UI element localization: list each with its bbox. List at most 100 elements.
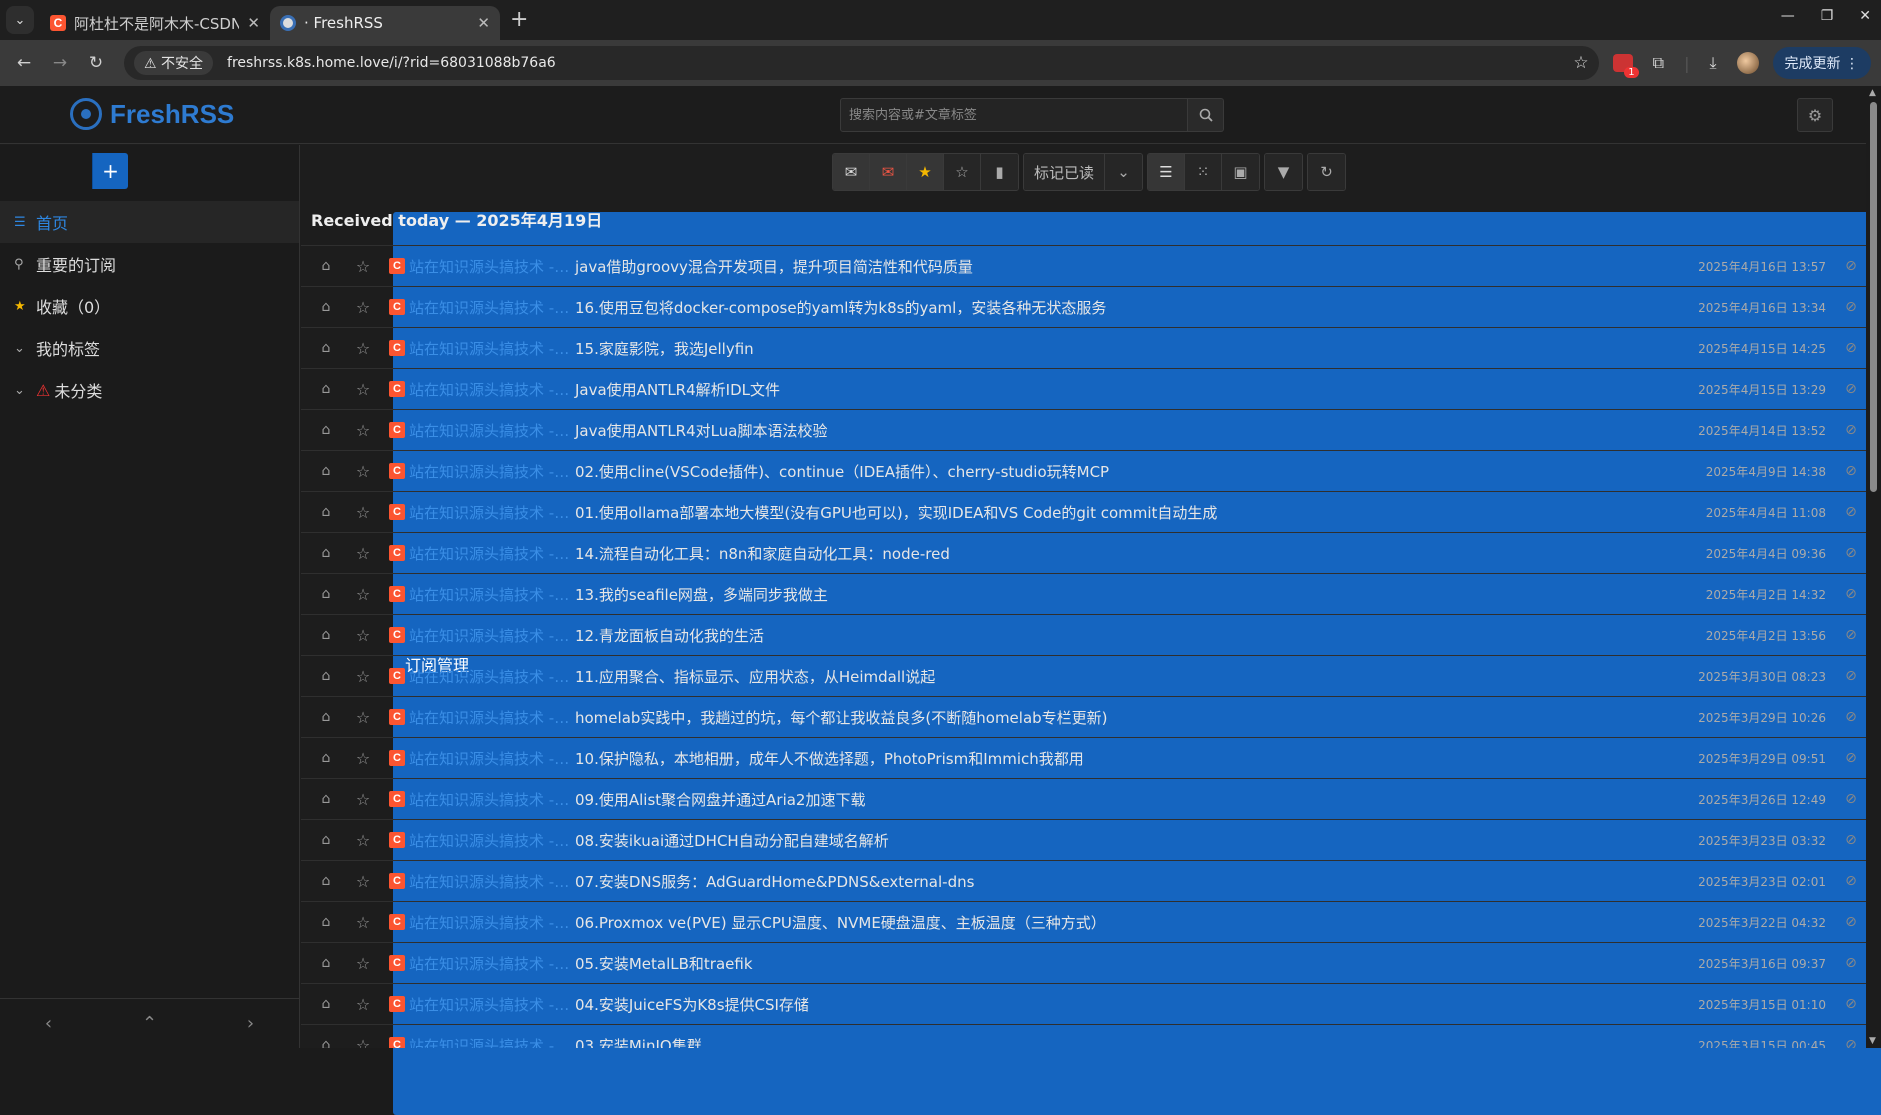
external-link-icon[interactable]: ⊘ bbox=[1836, 873, 1866, 889]
article-feed[interactable]: C 站在知识源头搞技术 - ... bbox=[383, 994, 571, 1015]
logo[interactable]: FreshRSS bbox=[70, 98, 234, 130]
article-row[interactable]: ⌂ ☆ C 站在知识源头搞技术 - ... 03.安装MinIO集群 2025年3月15日… bbox=[301, 1024, 1866, 1048]
add-feed-button[interactable]: + bbox=[92, 153, 128, 189]
unread-filter-button[interactable]: ✉ bbox=[870, 154, 907, 190]
article-feed[interactable]: C 站在知识源头搞技术 - ... bbox=[383, 871, 571, 892]
gear-icon[interactable]: ⚙ bbox=[1797, 98, 1833, 132]
mark-read-button[interactable]: 标记已读 bbox=[1024, 154, 1106, 190]
external-link-icon[interactable]: ⊘ bbox=[1836, 1037, 1866, 1048]
refresh-button[interactable]: ↻ bbox=[1308, 154, 1346, 190]
article-row[interactable]: ⌂ ☆ C 站在知识源头搞技术 - ... 06.Proxmox ve(PVE) 显示C… bbox=[301, 901, 1866, 942]
article-feed[interactable]: C 站在知识源头搞技术 - ... bbox=[383, 338, 571, 359]
article-feed[interactable]: C 站在知识源头搞技术 - ... bbox=[383, 789, 571, 810]
mark-read-icon[interactable]: ⌂ bbox=[301, 996, 343, 1012]
mark-read-icon[interactable]: ⌂ bbox=[301, 586, 343, 602]
chevron-down-icon[interactable]: ⌄ bbox=[14, 341, 36, 356]
star-outline-icon[interactable]: ☆ bbox=[343, 257, 383, 276]
article-title[interactable]: 02.使用cline(VSCode插件)、continue（IDEA插件）、ch… bbox=[571, 461, 1676, 482]
star-outline-icon[interactable]: ☆ bbox=[343, 298, 383, 317]
read-filter-button[interactable]: ✉ bbox=[833, 154, 870, 190]
nonfavorite-filter-button[interactable]: ☆ bbox=[944, 154, 981, 190]
article-row[interactable]: ⌂ ☆ C 站在知识源头搞技术 - ... Java使用ANTLR4解析IDL文件 202… bbox=[301, 368, 1866, 409]
sort-button[interactable]: ▼ bbox=[1265, 154, 1303, 190]
previous-icon[interactable]: ‹ bbox=[45, 1013, 52, 1034]
profile-avatar[interactable] bbox=[1736, 52, 1759, 74]
article-title[interactable]: 07.安装DNS服务：AdGuardHome&PDNS&external-dns bbox=[571, 871, 1676, 892]
mark-read-icon[interactable]: ⌂ bbox=[301, 873, 343, 889]
article-title[interactable]: 04.安装JuiceFS为K8s提供CSI存储 bbox=[571, 994, 1676, 1015]
reader-view-button[interactable]: ▣ bbox=[1222, 154, 1260, 190]
mark-read-icon[interactable]: ⌂ bbox=[301, 832, 343, 848]
article-title[interactable]: 08.安装ikuai通过DHCH自动分配自建域名解析 bbox=[571, 830, 1676, 851]
mark-read-icon[interactable]: ⌂ bbox=[301, 545, 343, 561]
bookmark-filter-button[interactable]: ▮ bbox=[981, 154, 1018, 190]
browser-tab-freshrss[interactable]: · FreshRSS ✕ bbox=[270, 6, 500, 40]
sidebar-item-important[interactable]: ⚲ 重要的订阅 bbox=[0, 243, 299, 285]
star-outline-icon[interactable]: ☆ bbox=[343, 667, 383, 686]
article-title[interactable]: 06.Proxmox ve(PVE) 显示CPU温度、NVME硬盘温度、主板温度… bbox=[571, 912, 1676, 933]
article-row[interactable]: ⌂ ☆ C 站在知识源头搞技术 - ... java借助groovy混合开发项目，提升项… bbox=[301, 245, 1866, 286]
article-title[interactable]: 16.使用豆包将docker-compose的yaml转为k8s的yaml，安装… bbox=[571, 297, 1676, 318]
star-outline-icon[interactable]: ☆ bbox=[343, 585, 383, 604]
article-title[interactable]: 03.安装MinIO集群 bbox=[571, 1035, 1676, 1049]
star-outline-icon[interactable]: ☆ bbox=[343, 913, 383, 932]
article-title[interactable]: 10.保护隐私，本地相册，成年人不做选择题，PhotoPrism和Immich我… bbox=[571, 748, 1676, 769]
article-row[interactable]: ⌂ ☆ C 站在知识源头搞技术 - ... 13.我的seafile网盘，多端同步我做主… bbox=[301, 573, 1866, 614]
external-link-icon[interactable]: ⊘ bbox=[1836, 832, 1866, 848]
article-feed[interactable]: C 站在知识源头搞技术 - ... bbox=[383, 953, 571, 974]
article-feed[interactable]: C 站在知识源头搞技术 - ... bbox=[383, 666, 571, 687]
mark-read-icon[interactable]: ⌂ bbox=[301, 258, 343, 274]
scrollbar-thumb[interactable] bbox=[1870, 102, 1877, 492]
article-title[interactable]: 11.应用聚合、指标显示、应用状态，从Heimdall说起 bbox=[571, 666, 1676, 687]
star-outline-icon[interactable]: ☆ bbox=[343, 872, 383, 891]
security-chip[interactable]: ⚠ 不安全 bbox=[134, 51, 214, 75]
star-outline-icon[interactable]: ☆ bbox=[343, 1036, 383, 1049]
grid-view-button[interactable]: ⁙ bbox=[1185, 154, 1223, 190]
sidebar-item-uncategorized[interactable]: ⌄ ⚠ 未分类 bbox=[0, 369, 299, 411]
star-outline-icon[interactable]: ☆ bbox=[343, 790, 383, 809]
mark-read-icon[interactable]: ⌂ bbox=[301, 504, 343, 520]
scrollbar[interactable]: ▲ ▼ bbox=[1866, 86, 1881, 1048]
article-feed[interactable]: C 站在知识源头搞技术 - ... bbox=[383, 707, 571, 728]
search-button[interactable] bbox=[1188, 98, 1224, 132]
external-link-icon[interactable]: ⊘ bbox=[1836, 709, 1866, 725]
star-outline-icon[interactable]: ☆ bbox=[343, 503, 383, 522]
mark-read-icon[interactable]: ⌂ bbox=[301, 668, 343, 684]
article-row[interactable]: ⌂ ☆ C 站在知识源头搞技术 - ... 01.使用ollama部署本地大模型(没有G… bbox=[301, 491, 1866, 532]
browser-tab-csdn[interactable]: C 阿杜杜不是阿木木-CSDN ✕ bbox=[40, 6, 270, 40]
star-outline-icon[interactable]: ☆ bbox=[343, 544, 383, 563]
article-feed[interactable]: C 站在知识源头搞技术 - ... bbox=[383, 584, 571, 605]
article-row[interactable]: ⌂ ☆ C 站在知识源头搞技术 - ... 04.安装JuiceFS为K8s提供CSI存… bbox=[301, 983, 1866, 1024]
mark-read-icon[interactable]: ⌂ bbox=[301, 709, 343, 725]
new-tab-button[interactable]: + bbox=[510, 7, 528, 32]
mark-read-dropdown[interactable]: ⌄ bbox=[1105, 154, 1143, 190]
star-outline-icon[interactable]: ☆ bbox=[343, 380, 383, 399]
article-feed[interactable]: C 站在知识源头搞技术 - ... bbox=[383, 256, 571, 277]
article-feed[interactable]: C 站在知识源头搞技术 - ... bbox=[383, 543, 571, 564]
article-row[interactable]: ⌂ ☆ C 站在知识源头搞技术 - ... 10.保护隐私，本地相册，成年人不做选择题，… bbox=[301, 737, 1866, 778]
article-title[interactable]: 13.我的seafile网盘，多端同步我做主 bbox=[571, 584, 1676, 605]
article-row[interactable]: ⌂ ☆ C 站在知识源头搞技术 - ... Java使用ANTLR4对Lua脚本语法校验… bbox=[301, 409, 1866, 450]
omnibox[interactable]: ⚠ 不安全 freshrss.k8s.home.love/i/?rid=6803… bbox=[124, 46, 1599, 80]
article-title[interactable]: Java使用ANTLR4对Lua脚本语法校验 bbox=[571, 420, 1676, 441]
close-window-icon[interactable]: ✕ bbox=[1859, 8, 1871, 24]
scroll-up-icon[interactable]: ▲ bbox=[1869, 88, 1876, 98]
star-outline-icon[interactable]: ☆ bbox=[343, 421, 383, 440]
external-link-icon[interactable]: ⊘ bbox=[1836, 299, 1866, 315]
star-outline-icon[interactable]: ☆ bbox=[343, 708, 383, 727]
mark-read-icon[interactable]: ⌂ bbox=[301, 299, 343, 315]
mark-read-icon[interactable]: ⌂ bbox=[301, 955, 343, 971]
article-title[interactable]: Java使用ANTLR4解析IDL文件 bbox=[571, 379, 1676, 400]
star-outline-icon[interactable]: ☆ bbox=[343, 339, 383, 358]
mark-read-icon[interactable]: ⌂ bbox=[301, 914, 343, 930]
search-input[interactable] bbox=[840, 98, 1188, 132]
external-link-icon[interactable]: ⊘ bbox=[1836, 381, 1866, 397]
article-feed[interactable]: C 站在知识源头搞技术 - ... bbox=[383, 297, 571, 318]
external-link-icon[interactable]: ⊘ bbox=[1836, 586, 1866, 602]
article-row[interactable]: ⌂ ☆ C 站在知识源头搞技术 - ... 09.使用Alist聚合网盘并通过Aria2… bbox=[301, 778, 1866, 819]
url-text[interactable]: freshrss.k8s.home.love/i/?rid=68031088b7… bbox=[227, 55, 1573, 71]
article-feed[interactable]: C 站在知识源头搞技术 - ... bbox=[383, 748, 571, 769]
article-row[interactable]: ⌂ ☆ C 站在知识源头搞技术 - ... 11.应用聚合、指标显示、应用状态，从Hei… bbox=[301, 655, 1866, 696]
external-link-icon[interactable]: ⊘ bbox=[1836, 422, 1866, 438]
article-row[interactable]: ⌂ ☆ C 站在知识源头搞技术 - ... homelab实践中，我趟过的坑，每个都让我… bbox=[301, 696, 1866, 737]
